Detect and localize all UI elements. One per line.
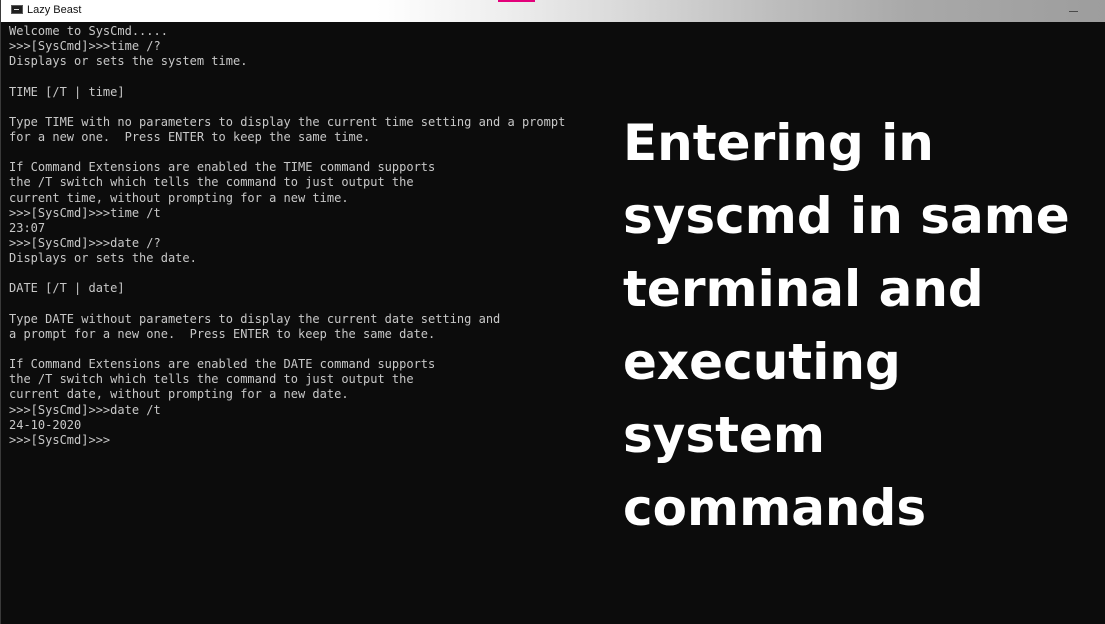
title-bar-accent — [498, 0, 535, 2]
terminal-output[interactable]: Welcome to SysCmd..... >>>[SysCmd]>>>time… — [9, 24, 609, 624]
caption-line: Entering in — [623, 114, 934, 172]
terminal-line: Displays or sets the date. — [9, 251, 197, 266]
terminal-line: Type TIME with no parameters to display … — [9, 114, 566, 129]
console-window: Lazy Beast Welcome to SysCmd..... >>>[Sys… — [0, 0, 1105, 624]
caption-line: commands — [623, 479, 927, 537]
terminal-line: 24-10-2020 — [9, 417, 82, 432]
console-app-icon — [11, 5, 23, 14]
caption-line: syscmd in same — [623, 187, 1070, 245]
caption-line: system — [623, 406, 826, 464]
terminal-line: the /T switch which tells the command to… — [9, 372, 414, 387]
terminal-line: >>>[SysCmd]>>>date /t — [9, 402, 161, 417]
caption-line: executing — [623, 333, 901, 391]
terminal-line: Welcome to SysCmd..... — [9, 24, 168, 38]
terminal-line: >>>[SysCmd]>>>time /t — [9, 205, 161, 220]
terminal-line: Type DATE without parameters to display … — [9, 311, 501, 326]
terminal-line: Displays or sets the system time. — [9, 54, 248, 69]
caption-overlay: Entering in syscmd in same terminal and … — [623, 107, 1093, 545]
terminal-prompt[interactable]: >>>[SysCmd]>>> — [9, 433, 609, 448]
terminal-line: 23:07 — [9, 220, 46, 235]
caption-line: terminal and — [623, 260, 984, 318]
terminal-line: current date, without prompting for a ne… — [9, 387, 349, 402]
terminal-line: the /T switch which tells the command to… — [9, 175, 414, 190]
terminal-line: current time, without prompting for a ne… — [9, 190, 349, 205]
terminal-line: TIME [/T | time] — [9, 84, 125, 99]
minimize-button[interactable] — [1060, 0, 1088, 22]
terminal-line: If Command Extensions are enabled the TI… — [9, 160, 436, 175]
terminal-line: If Command Extensions are enabled the DA… — [9, 357, 436, 372]
title-bar[interactable]: Lazy Beast — [1, 0, 1105, 22]
terminal-line: a prompt for a new one. Press ENTER to k… — [9, 326, 436, 341]
terminal-line: DATE [/T | date] — [9, 281, 125, 296]
terminal-line: >>>[SysCmd]>>>time /? — [9, 39, 161, 54]
terminal-line: for a new one. Press ENTER to keep the s… — [9, 129, 371, 144]
window-title: Lazy Beast — [27, 4, 82, 16]
terminal-line: >>>[SysCmd]>>>date /? — [9, 235, 161, 250]
